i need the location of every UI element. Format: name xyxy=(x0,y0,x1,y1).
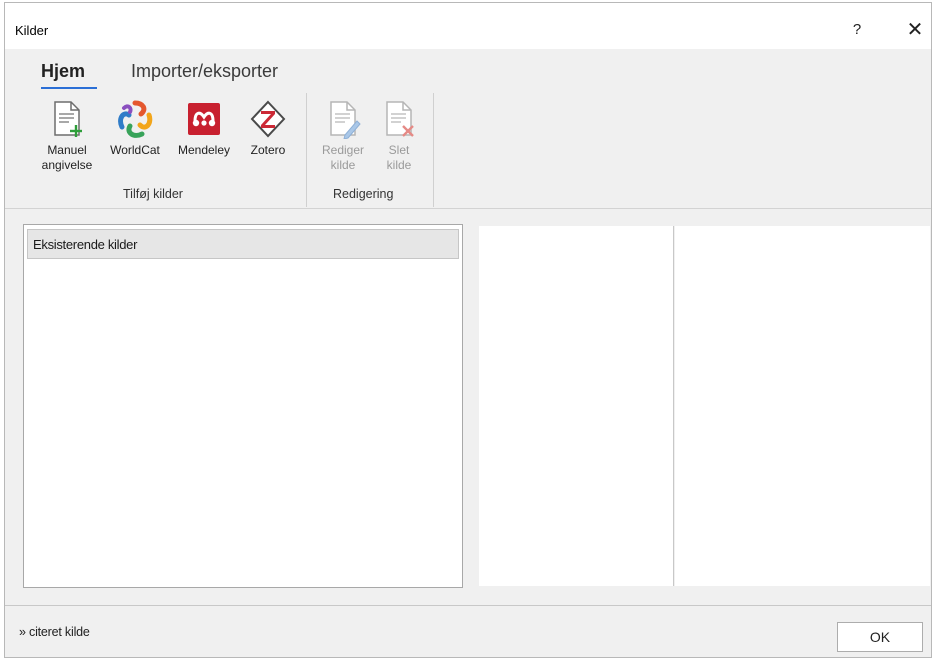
worldcat-label: WorldCat xyxy=(110,143,160,157)
group-label-add-sources: Tilføj kilder xyxy=(123,187,183,201)
source-preview-pane xyxy=(479,226,673,586)
delete-source-label: Slet kilde xyxy=(386,143,412,172)
worldcat-button[interactable]: WorldCat xyxy=(105,99,165,158)
edit-source-label: Rediger kilde xyxy=(321,143,365,172)
delete-document-icon xyxy=(379,99,419,139)
edit-document-icon xyxy=(323,99,363,139)
preview-divider xyxy=(673,226,674,586)
ribbon-group-separator xyxy=(433,93,434,207)
close-icon: ✕ xyxy=(906,18,924,41)
sources-dialog: Kilder ? ✕ Hjem Importer/eksporter Manue… xyxy=(4,2,932,658)
ribbon-group-separator xyxy=(306,93,307,207)
sources-list[interactable]: Eksisterende kilder xyxy=(23,224,463,588)
cited-source-link[interactable]: » citeret kilde xyxy=(19,625,90,639)
source-details-pane xyxy=(675,226,930,586)
sources-list-header-label: Eksisterende kilder xyxy=(33,237,138,252)
manual-entry-button[interactable]: Manuel angivelse xyxy=(37,99,97,173)
document-add-icon xyxy=(47,99,87,139)
sources-list-header[interactable]: Eksisterende kilder xyxy=(27,229,459,259)
mendeley-label: Mendeley xyxy=(177,143,231,157)
tab-importer-eksporter[interactable]: Importer/eksporter xyxy=(131,61,278,82)
zotero-button[interactable]: Zotero xyxy=(238,99,298,158)
group-label-editing: Redigering xyxy=(333,187,394,201)
edit-source-button[interactable]: Rediger kilde xyxy=(313,99,373,173)
worldcat-icon xyxy=(115,99,155,139)
tab-hjem[interactable]: Hjem xyxy=(41,61,85,82)
close-button[interactable]: ✕ xyxy=(893,11,936,47)
active-tab-indicator xyxy=(41,87,97,89)
mendeley-button[interactable]: Mendeley xyxy=(174,99,234,158)
ribbon-divider xyxy=(5,208,931,209)
zotero-label: Zotero xyxy=(250,143,286,157)
zotero-icon xyxy=(248,99,288,139)
ok-button[interactable]: OK xyxy=(837,622,923,652)
title-bar: Kilder ? ✕ xyxy=(5,3,931,49)
ok-button-label: OK xyxy=(869,629,891,645)
help-icon: ? xyxy=(852,20,862,38)
delete-source-button[interactable]: Slet kilde xyxy=(369,99,429,173)
help-button[interactable]: ? xyxy=(835,11,879,47)
window-title: Kilder xyxy=(15,23,49,38)
footer-divider xyxy=(5,605,931,606)
manual-entry-label: Manuel angivelse xyxy=(41,143,93,172)
mendeley-icon xyxy=(184,99,224,139)
